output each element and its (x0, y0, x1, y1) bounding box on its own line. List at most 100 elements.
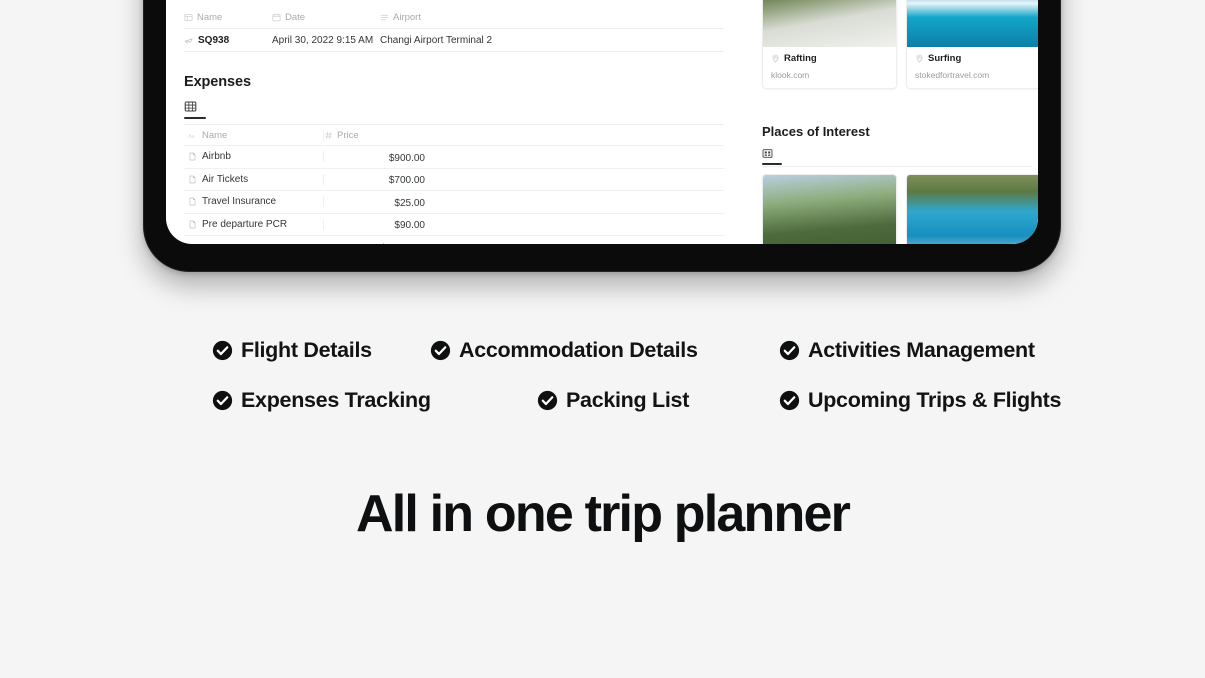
activity-title: Surfing (928, 53, 962, 64)
feature-upcoming-trips: Upcoming Trips & Flights (779, 388, 1062, 413)
expense-price: $700.00 (388, 175, 425, 187)
feature-label: Expenses Tracking (241, 387, 431, 412)
expense-price: $900.00 (388, 152, 425, 164)
text-column-icon: Aa (188, 133, 195, 139)
flight-col-label-date: Date (285, 11, 306, 23)
feature-flight-details: Flight Details (212, 338, 372, 363)
expense-cell-price: $90.00 (324, 215, 434, 233)
number-column-icon (325, 131, 332, 139)
feature-expenses-tracking: Expenses Tracking (212, 388, 431, 413)
expense-price: $90.00 (394, 220, 425, 232)
expense-cell-name: Travel Insurance (184, 196, 324, 208)
table-view-icon (184, 101, 197, 112)
table-row[interactable]: Airbnb $900.00 (184, 146, 724, 169)
flight-icon (184, 37, 193, 43)
marketing-hero-page: Name Date Airport SQ938 April 30, 2022 9… (0, 0, 1205, 678)
list-item[interactable] (762, 174, 897, 244)
tablet-screen: Name Date Airport SQ938 April 30, 2022 9… (166, 0, 1038, 244)
expense-name: Travel Insurance (202, 196, 277, 208)
flight-table-empty-row (184, 51, 724, 74)
feature-accommodation-details: Accommodation Details (430, 338, 698, 363)
card-body: Rafting klook.com (763, 47, 896, 88)
places-view-tab[interactable] (762, 148, 782, 165)
expense-cell-name: Airbnb (184, 151, 324, 163)
page-icon (189, 220, 196, 229)
list-item[interactable]: Rafting klook.com (762, 0, 897, 89)
check-circle-icon (779, 390, 800, 410)
temple-photo (763, 175, 896, 244)
page-icon (189, 197, 196, 206)
feature-row-2: Expenses Tracking Packing List Upcoming … (0, 375, 1205, 425)
card-body: Surfing stokedfortravel.com (907, 47, 1038, 88)
table-row[interactable]: Pre departure PCR $90.00 (184, 214, 724, 236)
page-icon (189, 152, 196, 161)
check-circle-icon (212, 340, 233, 360)
activity-url: klook.com (771, 70, 810, 80)
list-item[interactable] (906, 174, 1038, 244)
map-pin-icon (772, 54, 779, 63)
sum-value: $1,715.00 (381, 243, 426, 244)
feature-list: Flight Details Accommodation Details Act… (0, 325, 1205, 425)
flight-col-label-airport: Airport (393, 11, 421, 23)
check-circle-icon (212, 390, 233, 410)
expense-cell-price: $900.00 (324, 148, 434, 166)
tablet-device-mockup: Name Date Airport SQ938 April 30, 2022 9… (143, 0, 1061, 272)
expense-cell-price: $700.00 (324, 170, 434, 188)
text-column-icon (380, 14, 389, 20)
gallery-view-icon (762, 149, 773, 158)
table-row[interactable]: Air Tickets $700.00 (184, 169, 724, 191)
expenses-view-tab[interactable] (184, 100, 208, 119)
card-title: Rafting (771, 53, 888, 64)
flight-column-airport: Airport (380, 12, 724, 23)
trip-details-column: Name Date Airport SQ938 April 30, 2022 9… (166, 0, 739, 244)
surfing-photo (907, 0, 1038, 47)
rafting-photo (763, 0, 896, 47)
beach-cliff-photo (907, 175, 1038, 244)
expenses-col-label-name: Name (202, 129, 228, 141)
page-title: All in one trip planner (355, 485, 851, 543)
expenses-col-label-price: Price (337, 129, 359, 141)
date-column-icon (272, 12, 281, 21)
expense-price: $25.00 (394, 197, 425, 209)
feature-activities-management: Activities Management (779, 338, 1035, 363)
expense-name: Air Tickets (202, 173, 249, 185)
expense-name: Pre departure PCR (202, 218, 288, 230)
expenses-heading: Expenses (184, 74, 251, 90)
check-circle-icon (430, 340, 451, 360)
expense-name: Airbnb (202, 151, 231, 163)
text-column-icon (184, 13, 193, 21)
activities-column: Rafting klook.com Surfing stokedfortrave… (744, 0, 1038, 244)
check-circle-icon (537, 390, 558, 410)
flight-number: SQ938 (198, 34, 230, 46)
activity-title: Rafting (784, 53, 817, 64)
flight-date: April 30, 2022 9:15 AM (272, 34, 374, 46)
active-tab-underline (184, 117, 206, 119)
card-title: Surfing (915, 53, 1032, 64)
flight-col-label-name: Name (197, 11, 223, 23)
flight-cell-airport: Changi Airport Terminal 2 (380, 35, 724, 46)
check-circle-icon (779, 340, 800, 360)
page-icon (189, 175, 196, 184)
expense-cell-name: Air Tickets (184, 173, 324, 185)
flight-column-name: Name (184, 12, 272, 23)
places-of-interest-heading: Places of Interest (762, 124, 870, 139)
feature-row-1: Flight Details Accommodation Details Act… (0, 325, 1205, 375)
flight-details-table: Name Date Airport SQ938 April 30, 2022 9… (184, 6, 724, 74)
flight-table-header: Name Date Airport (184, 6, 724, 28)
expense-cell-name: Pre departure PCR (184, 218, 324, 230)
flight-cell-name: SQ938 (184, 35, 272, 46)
places-gallery (762, 174, 1038, 244)
divider (762, 166, 1032, 167)
activities-gallery: Rafting klook.com Surfing stokedfortrave… (762, 0, 1038, 89)
feature-packing-list: Packing List (537, 388, 689, 413)
expenses-table-header: Aa Name Price (184, 125, 724, 146)
flight-column-date: Date (272, 12, 380, 23)
table-row[interactable]: Travel Insurance $25.00 (184, 191, 724, 214)
flight-airport: Changi Airport Terminal 2 (380, 34, 493, 46)
expenses-column-price: Price (324, 130, 434, 141)
list-item[interactable]: Surfing stokedfortravel.com (906, 0, 1038, 89)
active-tab-underline (762, 163, 782, 165)
sum-cell: SUM $1,715.00 (324, 238, 434, 244)
table-row[interactable]: SQ938 April 30, 2022 9:15 AM Changi Airp… (184, 28, 724, 51)
app-screen-content: Name Date Airport SQ938 April 30, 2022 9… (166, 0, 1038, 244)
